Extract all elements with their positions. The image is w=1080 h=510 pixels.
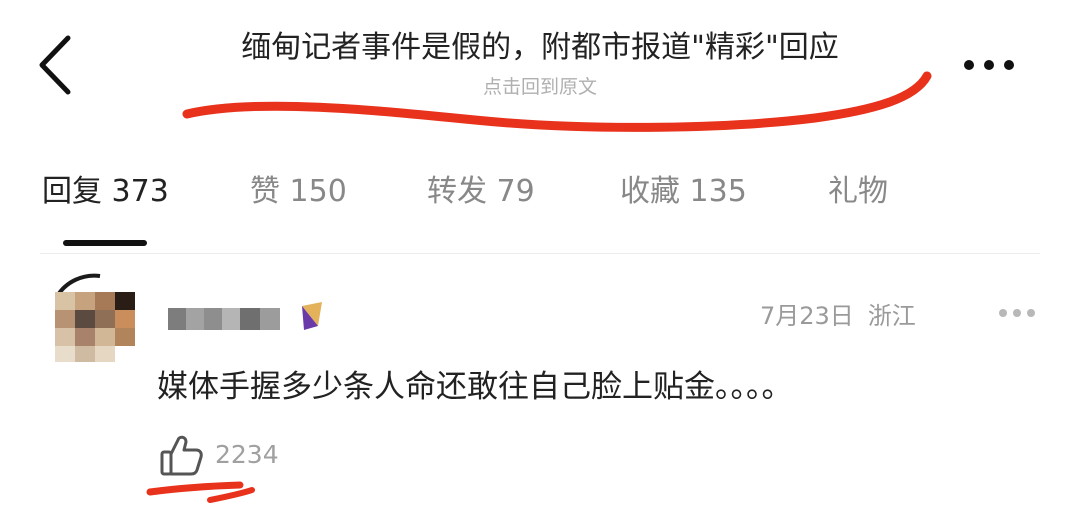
- tab-count: 373: [111, 174, 169, 209]
- tab-reposts[interactable]: 转发 79: [427, 170, 535, 214]
- user-badge-icon: [302, 302, 322, 330]
- thumbs-up-icon: [160, 435, 203, 476]
- tab-label: 礼物: [828, 174, 888, 209]
- divider: [40, 253, 1040, 254]
- tab-label: 转发: [427, 174, 487, 209]
- tab-count: 150: [289, 174, 347, 209]
- like-count: 2234: [215, 440, 279, 469]
- tab-count: 135: [689, 174, 747, 209]
- tab-label: 赞: [250, 174, 280, 209]
- tab-likes[interactable]: 赞 150: [250, 170, 347, 214]
- tab-count: 79: [496, 174, 535, 209]
- post-title-link[interactable]: 缅甸记者事件是假的，附都市报道"精彩"回应 点击回到原文: [120, 28, 960, 100]
- tab-gifts[interactable]: 礼物: [828, 170, 888, 214]
- comment-text: 媒体手握多少条人命还敢往自己脸上贴金。。。。: [157, 369, 793, 405]
- back-button[interactable]: [30, 30, 82, 100]
- tab-label: 收藏: [620, 174, 680, 209]
- tab-favorites[interactable]: 收藏 135: [620, 170, 747, 214]
- tab-replies[interactable]: 回复 373: [42, 170, 169, 214]
- chevron-left-icon: [39, 35, 71, 95]
- comment-location: 浙江: [867, 302, 916, 330]
- more-horizontal-icon: [999, 309, 1007, 317]
- avatar[interactable]: [53, 270, 135, 365]
- active-tab-indicator: [63, 240, 147, 246]
- back-to-original-hint: 点击回到原文: [482, 76, 597, 98]
- more-horizontal-icon: [964, 60, 974, 70]
- more-options-button[interactable]: [960, 48, 1030, 84]
- comment-meta: 7月23日 浙江: [760, 296, 916, 331]
- comment-date: 7月23日: [760, 302, 854, 330]
- avatar-image: [53, 273, 135, 362]
- username-blurred[interactable]: [168, 306, 280, 332]
- page-title: 缅甸记者事件是假的，附都市报道"精彩"回应: [241, 30, 839, 65]
- tab-label: 回复: [42, 174, 102, 209]
- comment-more-button[interactable]: [995, 304, 1039, 324]
- like-button[interactable]: [158, 432, 204, 478]
